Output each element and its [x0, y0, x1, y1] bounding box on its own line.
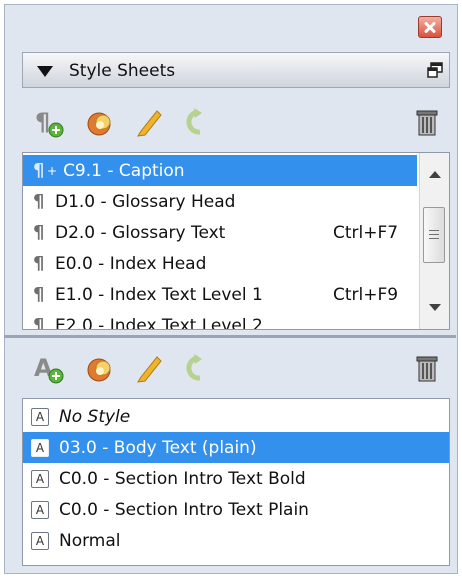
- style-name: D2.0 - Glossary Text: [55, 222, 226, 243]
- list-item[interactable]: ¶ E0.0 - Index Head: [23, 248, 417, 279]
- pencil-edit-icon[interactable]: [132, 106, 166, 140]
- style-name: D1.0 - Glossary Head: [55, 191, 236, 212]
- list-item[interactable]: ¶ + C9.1 - Caption: [23, 155, 417, 186]
- pencil-edit-icon[interactable]: [132, 352, 166, 386]
- panel-title: Style Sheets: [69, 61, 176, 81]
- list-item[interactable]: A No Style: [23, 401, 449, 432]
- paragraph-icon: ¶: [33, 284, 45, 305]
- svg-text:¶: ¶: [35, 108, 50, 136]
- style-name: E0.0 - Index Head: [55, 253, 207, 274]
- character-styles-toolbar: A: [22, 344, 450, 394]
- style-name: E2.0 - Index Text Level 2: [55, 315, 263, 330]
- style-name: C0.0 - Section Intro Text Bold: [59, 468, 306, 489]
- grip-line: [429, 230, 439, 231]
- style-name: C0.0 - Section Intro Text Plain: [59, 499, 309, 520]
- triangle-down-icon[interactable]: [37, 66, 53, 77]
- panel-header[interactable]: Style Sheets: [22, 52, 450, 88]
- paragraph-styles-list[interactable]: ¶ + C9.1 - Caption ¶ D1.0 - Glossary Head…: [22, 152, 450, 330]
- refresh-icon[interactable]: [178, 352, 212, 386]
- character-style-icon: A: [31, 407, 49, 426]
- character-style-icon: A: [31, 438, 49, 457]
- style-name: C9.1 - Caption: [63, 160, 185, 181]
- duplicate-style-icon[interactable]: [84, 352, 118, 386]
- paragraph-styles-toolbar: ¶: [22, 98, 450, 148]
- list-item[interactable]: A C0.0 - Section Intro Text Plain: [23, 494, 449, 525]
- character-style-icon: A: [31, 500, 49, 519]
- trash-icon[interactable]: [410, 352, 444, 386]
- duplicate-style-icon[interactable]: [84, 106, 118, 140]
- keyboard-shortcut: Ctrl+F9: [333, 284, 399, 305]
- vertical-scrollbar[interactable]: [419, 153, 449, 329]
- list-item[interactable]: ¶ D2.0 - Glossary Text Ctrl+F7: [23, 217, 417, 248]
- modified-marker: +: [47, 163, 58, 178]
- paragraph-icon: ¶: [33, 315, 45, 330]
- paragraph-icon: ¶: [33, 253, 45, 274]
- character-style-icon: A: [31, 469, 49, 488]
- scroll-down-arrow-icon[interactable]: [429, 304, 441, 311]
- grip-line: [429, 238, 439, 239]
- new-character-style-icon[interactable]: A: [32, 352, 66, 386]
- style-name: E1.0 - Index Text Level 1: [55, 284, 263, 305]
- scroll-up-arrow-icon[interactable]: [429, 171, 441, 178]
- style-name: No Style: [59, 406, 131, 427]
- window-menu-icon[interactable]: [427, 62, 443, 78]
- paragraph-icon: ¶: [33, 191, 45, 212]
- character-styles-list[interactable]: A No Style A 03.0 - Body Text (plain) A …: [22, 398, 450, 566]
- list-item[interactable]: A 03.0 - Body Text (plain): [23, 432, 449, 463]
- list-item[interactable]: ¶ E2.0 - Index Text Level 2: [23, 310, 417, 330]
- list-item[interactable]: ¶ D1.0 - Glossary Head: [23, 186, 417, 217]
- grip-line: [429, 234, 439, 235]
- list-item[interactable]: A C0.0 - Section Intro Text Bold: [23, 463, 449, 494]
- refresh-icon[interactable]: [178, 106, 212, 140]
- keyboard-shortcut: Ctrl+F7: [333, 222, 399, 243]
- list-item[interactable]: ¶ E1.0 - Index Text Level 1 Ctrl+F9: [23, 279, 417, 310]
- style-name: 03.0 - Body Text (plain): [59, 437, 257, 458]
- paragraph-icon: ¶: [33, 160, 45, 181]
- paragraph-icon: ¶: [33, 222, 45, 243]
- panel-divider[interactable]: [4, 335, 456, 338]
- scroll-thumb[interactable]: [423, 207, 445, 263]
- style-name: Normal: [59, 530, 121, 551]
- trash-icon[interactable]: [410, 106, 444, 140]
- close-icon[interactable]: [418, 16, 442, 38]
- character-style-icon: A: [31, 531, 49, 550]
- list-item[interactable]: A Normal: [23, 525, 449, 556]
- new-paragraph-style-icon[interactable]: ¶: [32, 106, 66, 140]
